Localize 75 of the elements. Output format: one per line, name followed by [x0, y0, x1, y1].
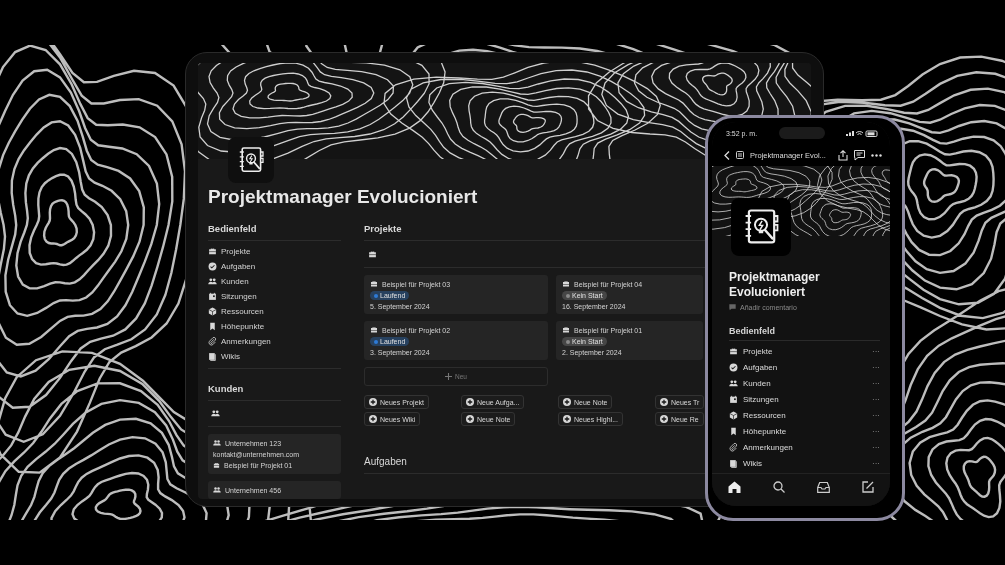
page-title: Projektmanager Evolucioniert: [208, 185, 479, 209]
nav-link[interactable]: Aufgaben: [743, 362, 867, 372]
section-heading: Bedienfeld: [208, 223, 341, 241]
nav-link[interactable]: Kunden: [743, 378, 867, 388]
plus-circle-icon: [660, 398, 668, 406]
people-icon: [211, 409, 220, 418]
book-icon: [729, 458, 738, 468]
nav-link[interactable]: Wikis: [221, 352, 241, 361]
nav-link[interactable]: Anmerkungen: [221, 337, 271, 346]
paperclip-icon: [729, 442, 738, 452]
nav-link[interactable]: Ressourcen: [221, 307, 264, 316]
briefcase-icon: [562, 326, 570, 334]
status-icons-drawing: [846, 129, 878, 137]
check-circle-icon: [729, 362, 738, 372]
briefcase-icon: [368, 250, 377, 259]
more-menu[interactable]: ···: [872, 362, 880, 372]
comment-icon: [729, 304, 736, 311]
search-icon[interactable]: [773, 481, 785, 493]
more-icon[interactable]: [871, 153, 882, 157]
briefcase-icon: [729, 346, 738, 356]
people-icon: [213, 439, 221, 447]
comment-icon[interactable]: [854, 149, 865, 161]
plus-circle-icon: [466, 398, 474, 406]
home-icon[interactable]: [728, 481, 741, 493]
paperclip-icon: [208, 337, 217, 346]
nav-link[interactable]: Sitzungen: [743, 394, 867, 404]
nav-link[interactable]: Wikis: [743, 458, 867, 468]
nav-link[interactable]: Sitzungen: [221, 292, 257, 301]
calendar-icon: [729, 394, 738, 404]
more-menu[interactable]: ···: [872, 442, 880, 452]
plus-icon: [445, 373, 453, 380]
people-icon: [208, 277, 217, 286]
more-menu[interactable]: ···: [872, 346, 880, 356]
nav-link[interactable]: Projekte: [221, 247, 251, 256]
inbox-icon[interactable]: [817, 481, 830, 493]
more-menu[interactable]: ···: [872, 458, 880, 468]
people-icon: [729, 378, 738, 388]
page-title: Projektmanager Evolucioniert: [729, 270, 821, 300]
bookmark-icon: [729, 426, 738, 436]
people-icon: [213, 486, 221, 494]
nav-link[interactable]: Aufgaben: [221, 262, 256, 271]
nav-link[interactable]: Kunden: [221, 277, 249, 286]
briefcase-icon: [562, 280, 570, 288]
calendar-icon: [208, 292, 217, 301]
cube-icon: [729, 410, 738, 420]
plus-circle-icon: [563, 398, 571, 406]
briefcase-icon: [370, 280, 378, 288]
more-menu[interactable]: ···: [872, 410, 880, 420]
more-menu[interactable]: ···: [872, 426, 880, 436]
plus-circle-icon: [563, 415, 571, 423]
bookmark-icon: [208, 322, 217, 331]
plus-circle-icon: [369, 415, 377, 423]
briefcase-icon: [208, 247, 217, 256]
nav-link[interactable]: Höhepunkte: [221, 322, 265, 331]
share-icon[interactable]: [838, 149, 848, 161]
section-heading: Kunden: [208, 383, 341, 401]
briefcase-icon: [213, 462, 220, 469]
back-icon[interactable]: [724, 150, 730, 160]
briefcase-icon: [370, 326, 378, 334]
book-icon: [208, 352, 217, 361]
nav-link[interactable]: Anmerkungen: [743, 442, 867, 452]
page-icon: [736, 151, 744, 159]
compose-icon[interactable]: [862, 481, 874, 493]
camera-notch: [778, 127, 825, 139]
plus-circle-icon: [369, 398, 377, 406]
nav-link[interactable]: Ressourcen: [743, 410, 867, 420]
check-circle-icon: [208, 262, 217, 271]
nav-link[interactable]: Höhepunkte: [743, 426, 867, 436]
plus-circle-icon: [466, 415, 474, 423]
cube-icon: [208, 307, 217, 316]
plus-circle-icon: [660, 415, 668, 423]
nav-link[interactable]: Projekte: [743, 346, 867, 356]
more-menu[interactable]: ···: [872, 394, 880, 404]
section-heading: Bedienfeld: [729, 326, 880, 341]
more-menu[interactable]: ···: [872, 378, 880, 388]
